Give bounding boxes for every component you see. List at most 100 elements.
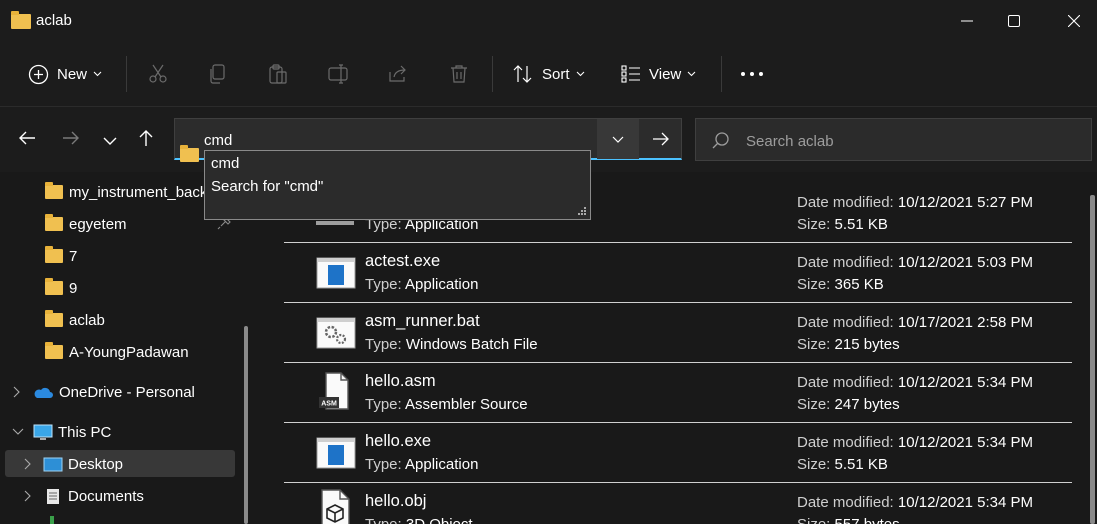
file-date: 10/17/2021 2:58 PM [897,314,1033,331]
minimize-button[interactable] [944,0,990,42]
file-row[interactable]: actest.exe Type: Application Date modifi… [284,243,1072,303]
trash-icon [451,65,467,83]
forward-button[interactable] [62,130,86,150]
file-type: Application [405,276,479,293]
sidebar-item-label: This PC [58,423,112,441]
copy-icon [210,64,225,84]
arrow-up-icon [139,130,153,146]
chevron-down-icon [576,71,584,77]
sidebar-scrollbar[interactable] [244,326,248,524]
suggestion-item[interactable]: cmd [211,155,239,172]
type-key: Type: [365,396,402,413]
file-date: 10/12/2021 5:03 PM [897,254,1033,271]
more-options-button[interactable] [740,54,764,94]
address-input[interactable] [204,130,584,150]
search-input[interactable] [746,131,1076,151]
up-button[interactable] [138,129,158,151]
back-button[interactable] [18,130,42,150]
file-name: actest.exe [365,252,441,270]
sidebar-item-this-pc[interactable]: This PC [0,417,236,447]
chevron-down-icon [612,136,624,143]
window-title: aclab [36,12,72,29]
svg-text:ASM: ASM [321,401,337,408]
application-icon [316,257,356,289]
view-button[interactable]: View [621,54,696,94]
cut-button[interactable] [148,54,168,94]
asm-file-icon: ASM [319,372,349,410]
folder-icon [45,246,63,263]
sidebar-item-my-instrument[interactable]: my_instrument_backe [0,177,236,207]
delete-button[interactable] [449,54,469,94]
rename-button[interactable] [328,54,350,94]
sidebar-item-9[interactable]: 9 [0,273,236,303]
sidebar-item-documents[interactable]: Documents [0,481,236,511]
folder-icon [180,145,199,162]
go-button[interactable] [640,119,681,159]
file-row[interactable]: ASM hello.asm Type: Assembler Source Dat… [284,363,1072,423]
file-size: 365 KB [834,276,884,293]
sidebar-item-onedrive[interactable]: OneDrive - Personal [0,377,236,407]
file-row[interactable]: asm_runner.bat Type: Windows Batch File … [284,303,1072,363]
folder-icon [45,342,63,359]
sidebar-item-desktop[interactable]: Desktop [0,449,236,479]
sidebar-item-egyetem[interactable]: egyetem [0,209,236,239]
search-icon [712,132,729,153]
file-size: 215 bytes [834,336,900,353]
title-bar [0,0,1097,42]
type-key: Type: [365,276,402,293]
file-size: 247 bytes [834,396,900,413]
onedrive-cloud-icon [34,387,53,398]
date-key: Date modified: [797,374,894,391]
size-key: Size: [797,456,831,473]
file-name: hello.exe [365,432,432,450]
suggestion-item[interactable]: Search for "cmd" [211,178,323,195]
file-name: hello.asm [365,372,436,390]
sort-button[interactable]: Sort [512,54,585,94]
size-key: Size: [797,276,831,293]
sidebar-item-label: my_instrument_backe [69,183,209,201]
sidebar-item-7[interactable]: 7 [0,241,236,271]
chevron-right-icon [24,490,31,502]
sidebar-item-label: 9 [69,279,78,297]
recent-locations-button[interactable] [103,133,121,147]
close-icon [1068,15,1080,27]
file-list-scrollbar[interactable] [1090,195,1095,524]
resize-grip-icon[interactable] [577,206,587,216]
sidebar-item-label: 7 [69,247,78,265]
plus-circle-icon [28,64,49,84]
chevron-right-icon [24,458,31,470]
scissors-icon [149,64,167,83]
new-button[interactable]: New [28,54,102,94]
file-size: 5.51 KB [834,216,888,233]
copy-button[interactable] [208,54,228,94]
more-icon [741,72,763,76]
chevron-down-icon [687,71,696,77]
sidebar-item-aclab[interactable]: aclab [0,305,236,335]
chevron-down-icon [12,428,24,435]
file-date: 10/12/2021 5:27 PM [897,194,1033,211]
share-button[interactable] [388,54,408,94]
folder-icon [45,182,63,199]
close-button[interactable] [1051,0,1097,42]
file-date: 10/12/2021 5:34 PM [897,434,1033,451]
file-row[interactable]: hello.exe Type: Application Date modifie… [284,423,1072,483]
file-name: hello.obj [365,492,427,510]
size-key: Size: [797,396,831,413]
address-dropdown-button[interactable] [597,119,639,159]
view-label: View [649,65,682,83]
file-type: Windows Batch File [405,336,538,353]
maximize-button[interactable] [991,0,1037,42]
share-icon [389,65,406,82]
type-key: Type: [365,336,402,353]
size-key: Size: [797,336,831,353]
application-icon [316,437,356,469]
file-size: 557 bytes [835,516,900,524]
sort-label: Sort [542,65,570,83]
paste-button[interactable] [268,54,288,94]
folder-icon [45,214,63,231]
size-key: Size: [797,516,830,524]
folder-icon [45,310,63,327]
arrow-right-icon [63,131,79,145]
file-row[interactable]: hello.obj Type: 3D Object Date modified:… [284,483,1072,524]
sidebar-item-a-youngpadawan[interactable]: A-YoungPadawan [0,337,236,367]
